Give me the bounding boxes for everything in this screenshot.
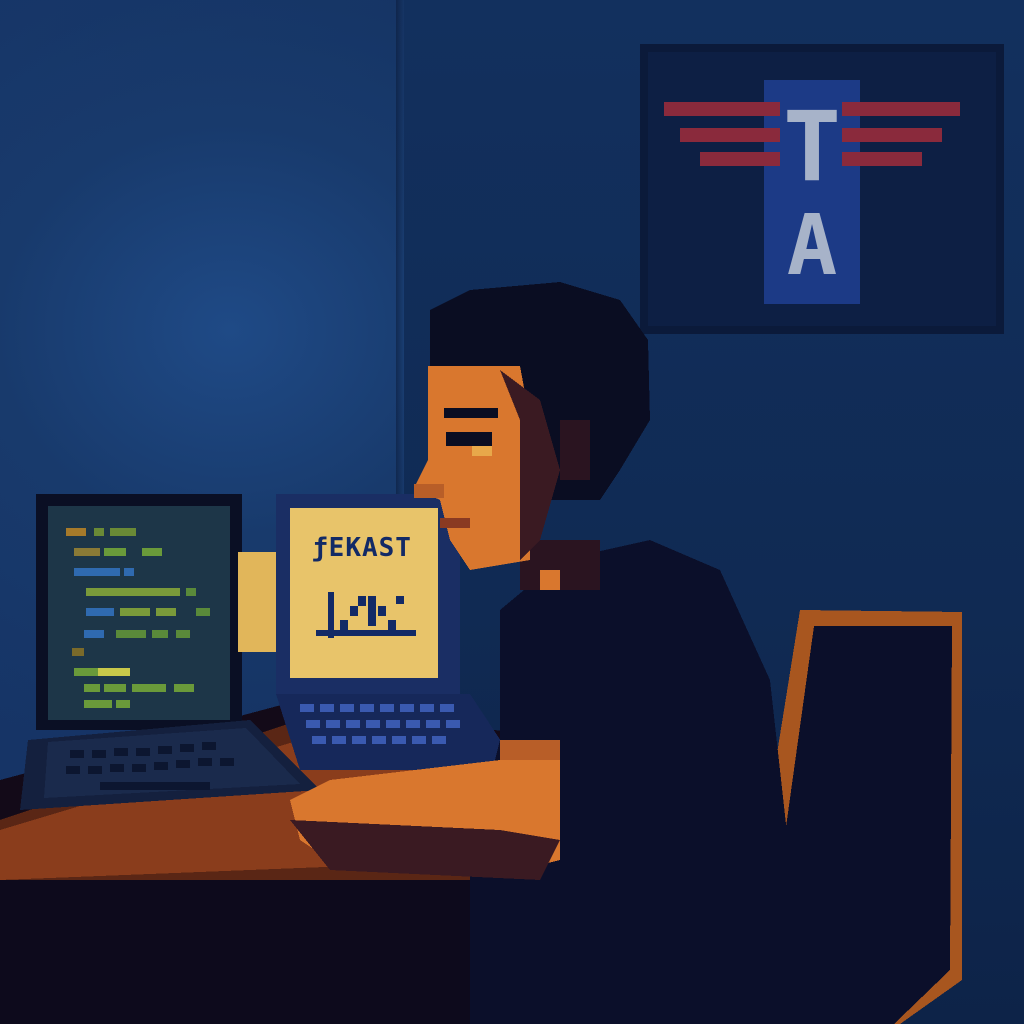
logo-letter-top: T (783, 91, 841, 203)
scene-art: T A ƒEKAST (0, 44, 1004, 1024)
pixel-art-scene: T A ƒEKAST (0, 0, 1024, 1024)
wall-logo: T A (640, 44, 1004, 334)
screen-glow (238, 552, 278, 652)
eye (446, 432, 492, 446)
logo-letter-bottom: A (787, 196, 838, 294)
chart-screen-title: ƒEKAST (312, 533, 412, 563)
